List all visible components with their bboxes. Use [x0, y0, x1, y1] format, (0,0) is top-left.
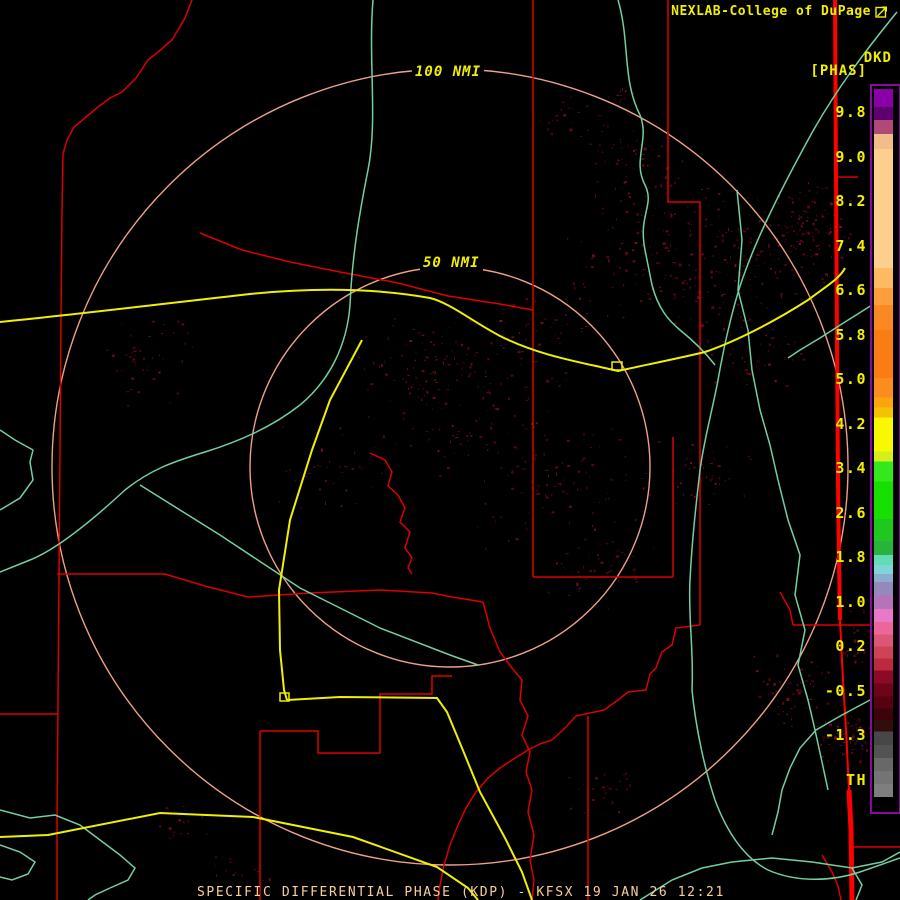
status-bar-title: SPECIFIC DIFFERENTIAL PHASE (KDP) - KFSX…: [197, 885, 725, 900]
units-label: [PHAS]: [810, 63, 867, 79]
header: NEXLAB-College of DuPage: [671, 4, 888, 19]
colorbar-tick-label: 1.0: [807, 593, 867, 611]
colorbar-scale: [874, 89, 893, 803]
colorbar-tick-label: 5.8: [807, 326, 867, 344]
interstate-highways: [0, 268, 845, 900]
colorbar-tick-label: -1.3: [807, 726, 867, 744]
colorbar-tick-label: TH: [807, 771, 867, 789]
colorbar-tick-label: 5.0: [807, 370, 867, 388]
product-code-label: DKD: [864, 50, 892, 66]
colorbar-frame: [870, 84, 900, 814]
range-ring-label-50nmi: 50 NMI: [420, 255, 483, 271]
colorbar-tick-label: 1.8: [807, 548, 867, 566]
nexlab-logo-icon: [875, 5, 888, 18]
colorbar-tick-label: 9.8: [807, 103, 867, 121]
range-ring-label-100nmi: 100 NMI: [412, 64, 484, 80]
colorbar-tick-label: 4.2: [807, 415, 867, 433]
secondary-roads: [0, 0, 900, 900]
colorbar-tick-label: 7.4: [807, 237, 867, 255]
radar-map-canvas: [0, 0, 900, 900]
colorbar-tick-label: 9.0: [807, 148, 867, 166]
radar-echoes-layer: [106, 88, 882, 881]
site-title: NEXLAB-College of DuPage: [671, 4, 871, 19]
state-boundary: [835, 0, 852, 900]
colorbar-tick-label: 2.6: [807, 504, 867, 522]
colorbar-tick-label: 8.2: [807, 192, 867, 210]
colorbar-tick-label: -0.5: [807, 682, 867, 700]
colorbar-tick-label: 3.4: [807, 459, 867, 477]
radar-display-screen: 100 NMI 50 NMI NEXLAB-College of DuPage …: [0, 0, 900, 900]
colorbar-tick-label: 0.2: [807, 637, 867, 655]
colorbar-tick-label: 6.6: [807, 281, 867, 299]
county-boundaries: [0, 0, 900, 900]
